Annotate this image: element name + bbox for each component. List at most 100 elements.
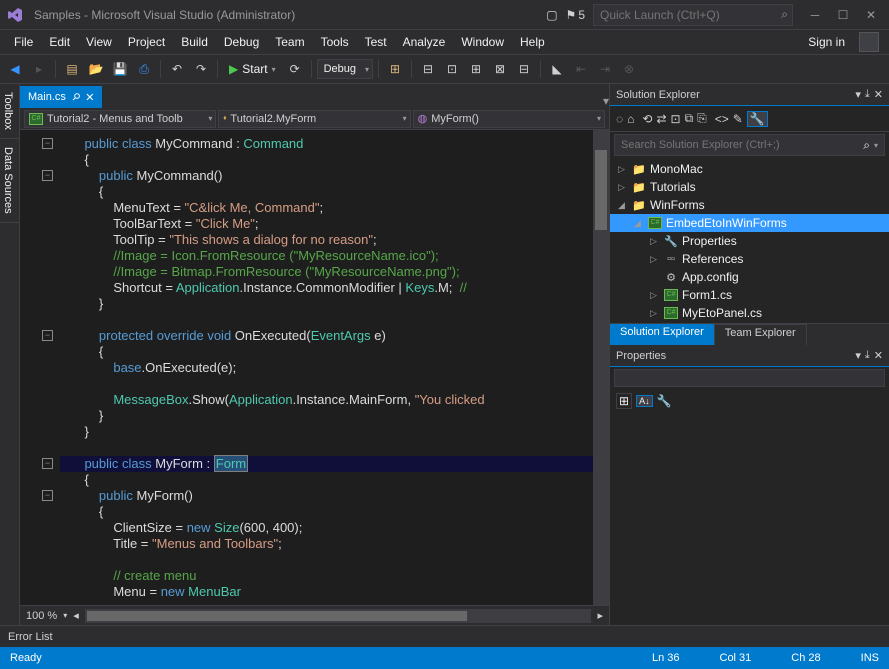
menu-view[interactable]: View (78, 33, 120, 51)
pin-icon[interactable]: ⚲ (69, 91, 82, 104)
avatar-icon[interactable] (859, 32, 879, 52)
menu-debug[interactable]: Debug (216, 33, 267, 51)
nav-back-button[interactable]: ◀ (4, 58, 26, 80)
prop-close-icon[interactable]: ✕ (874, 349, 883, 362)
save-all-button[interactable]: ⎙ (133, 58, 155, 80)
menu-build[interactable]: Build (173, 33, 216, 51)
tb-icon-4[interactable]: ⊞ (465, 58, 487, 80)
menu-help[interactable]: Help (512, 33, 553, 51)
se-showall-icon[interactable]: ⧉ (685, 111, 694, 126)
tree-item[interactable]: ▷📁Tutorials (610, 178, 889, 196)
status-ins: INS (861, 652, 879, 664)
quick-launch-input[interactable] (600, 8, 786, 22)
flag-icon[interactable]: ⚑5 (566, 8, 585, 22)
quick-launch[interactable]: ⌕ (593, 4, 793, 26)
redo-button[interactable]: ↷ (190, 58, 212, 80)
menu-test[interactable]: Test (357, 33, 395, 51)
play-icon: ▶ (229, 62, 238, 76)
tree-item[interactable]: ▷C#MyEtoPanel.cs (610, 304, 889, 322)
se-collaps-icon[interactable]: ⊡ (671, 112, 681, 126)
prop-object-dropdown[interactable] (614, 369, 885, 387)
nav-fwd-button[interactable]: ▸ (28, 58, 50, 80)
status-ch: Ch 28 (791, 652, 820, 664)
hscroll-left[interactable]: ◂ (73, 609, 79, 622)
menu-project[interactable]: Project (120, 33, 173, 51)
status-ready: Ready (10, 652, 42, 664)
menu-file[interactable]: File (6, 33, 41, 51)
tree-item[interactable]: ▷📁MonoMac (610, 160, 889, 178)
signin-link[interactable]: Sign in (800, 33, 853, 51)
vertical-scrollbar[interactable] (593, 130, 609, 605)
categorized-icon[interactable]: ⊞ (616, 393, 632, 409)
se-sync-icon[interactable]: ⟲ (642, 112, 652, 126)
tb-icon-3[interactable]: ⊡ (441, 58, 463, 80)
bookmark-icon[interactable]: ◣ (546, 58, 568, 80)
code-editor[interactable]: public class MyCommand : Command { publi… (20, 130, 609, 605)
se-wrench-icon[interactable]: 🔧 (747, 111, 768, 127)
open-button[interactable]: 📂 (85, 58, 107, 80)
close-panel-icon[interactable]: ✕ (874, 88, 883, 101)
browser-button[interactable]: ⟳ (284, 58, 306, 80)
tb-icon-6[interactable]: ⊟ (513, 58, 535, 80)
config-dropdown[interactable]: Debug (317, 59, 373, 79)
tb-icon-2[interactable]: ⊟ (417, 58, 439, 80)
error-list-tab[interactable]: Error List (8, 631, 53, 643)
se-copy-icon[interactable]: ⎘ (697, 111, 707, 126)
tb-icon-8[interactable]: ⇥ (594, 58, 616, 80)
tb-icon-5[interactable]: ⊠ (489, 58, 511, 80)
new-project-button[interactable]: ▤ (61, 58, 83, 80)
maximize-button[interactable]: ☐ (829, 3, 857, 27)
tree-item[interactable]: ▷🔧Properties (610, 232, 889, 250)
hscroll-right[interactable]: ▸ (597, 609, 603, 622)
se-code-icon[interactable]: <> (715, 112, 729, 126)
properties-header: Properties ▾ ⤓ ✕ (610, 345, 889, 367)
menu-team[interactable]: Team (267, 33, 312, 51)
tb-icon-9[interactable]: ⊗ (618, 58, 640, 80)
se-search[interactable]: ⌕ ▾ (614, 134, 885, 156)
horizontal-scrollbar[interactable] (85, 609, 592, 623)
tree-item[interactable]: ◢C#EmbedEtoInWinForms (610, 214, 889, 232)
menu-window[interactable]: Window (453, 33, 512, 51)
se-back-icon[interactable]: ◌ (616, 112, 623, 126)
se-home-icon[interactable]: ⌂ (627, 112, 634, 126)
chat-icon[interactable]: ▢ (546, 8, 557, 22)
nav-class-dropdown[interactable]: ⬪Tutorial2.MyForm (218, 110, 410, 128)
undo-button[interactable]: ↶ (166, 58, 188, 80)
tree-item[interactable]: ⚙App.config (610, 268, 889, 286)
tb-icon-1[interactable]: ⊞ (384, 58, 406, 80)
nav-member-dropdown[interactable]: ◍MyForm() (413, 110, 605, 128)
panel-menu-icon[interactable]: ▾ (855, 88, 861, 101)
tree-item[interactable]: ▷▫▫References (610, 250, 889, 268)
solution-explorer-header: Solution Explorer ▾ ⤓ ✕ (610, 84, 889, 106)
menu-edit[interactable]: Edit (41, 33, 78, 51)
prop-wrench-icon[interactable]: 🔧 (657, 394, 672, 408)
minimize-button[interactable]: ─ (801, 3, 829, 27)
start-debug-button[interactable]: ▶ Start ▾ (223, 58, 282, 80)
pin-panel-icon[interactable]: ⤓ (865, 88, 870, 101)
menu-tools[interactable]: Tools (313, 33, 357, 51)
prop-menu-icon[interactable]: ▾ (855, 349, 861, 362)
se-bottom-tabs: Solution Explorer Team Explorer (610, 323, 889, 345)
save-button[interactable]: 💾 (109, 58, 131, 80)
close-tab-icon[interactable]: ✕ (85, 91, 94, 104)
close-button[interactable]: ✕ (857, 3, 885, 27)
tab-team-explorer[interactable]: Team Explorer (714, 324, 807, 345)
prop-toolbar: ⊞ A↓ 🔧 (610, 389, 889, 413)
se-prop-icon[interactable]: ✎ (733, 112, 743, 126)
tab-solution-explorer[interactable]: Solution Explorer (610, 324, 714, 345)
method-icon: ◍ (418, 112, 428, 125)
tb-icon-7[interactable]: ⇤ (570, 58, 592, 80)
tree-item[interactable]: ◢📁WinForms (610, 196, 889, 214)
data-sources-tab[interactable]: Data Sources (0, 139, 19, 223)
se-refresh-icon[interactable]: ⇄ (656, 112, 666, 126)
doc-tab-main[interactable]: Main.cs ⚲ ✕ (20, 86, 102, 108)
tree-item[interactable]: ▷C#Form1.cs (610, 286, 889, 304)
toolbox-tab[interactable]: Toolbox (0, 84, 19, 139)
nav-project-dropdown[interactable]: C#Tutorial2 - Menus and Toolb (24, 110, 216, 128)
solution-tree[interactable]: ▷📁MonoMac▷📁Tutorials◢📁WinForms◢C#EmbedEt… (610, 158, 889, 323)
zoom-label[interactable]: 100 % (26, 610, 57, 622)
se-search-input[interactable] (621, 139, 863, 151)
menu-analyze[interactable]: Analyze (395, 33, 454, 51)
alpha-icon[interactable]: A↓ (636, 395, 653, 407)
prop-pin-icon[interactable]: ⤓ (865, 349, 870, 362)
